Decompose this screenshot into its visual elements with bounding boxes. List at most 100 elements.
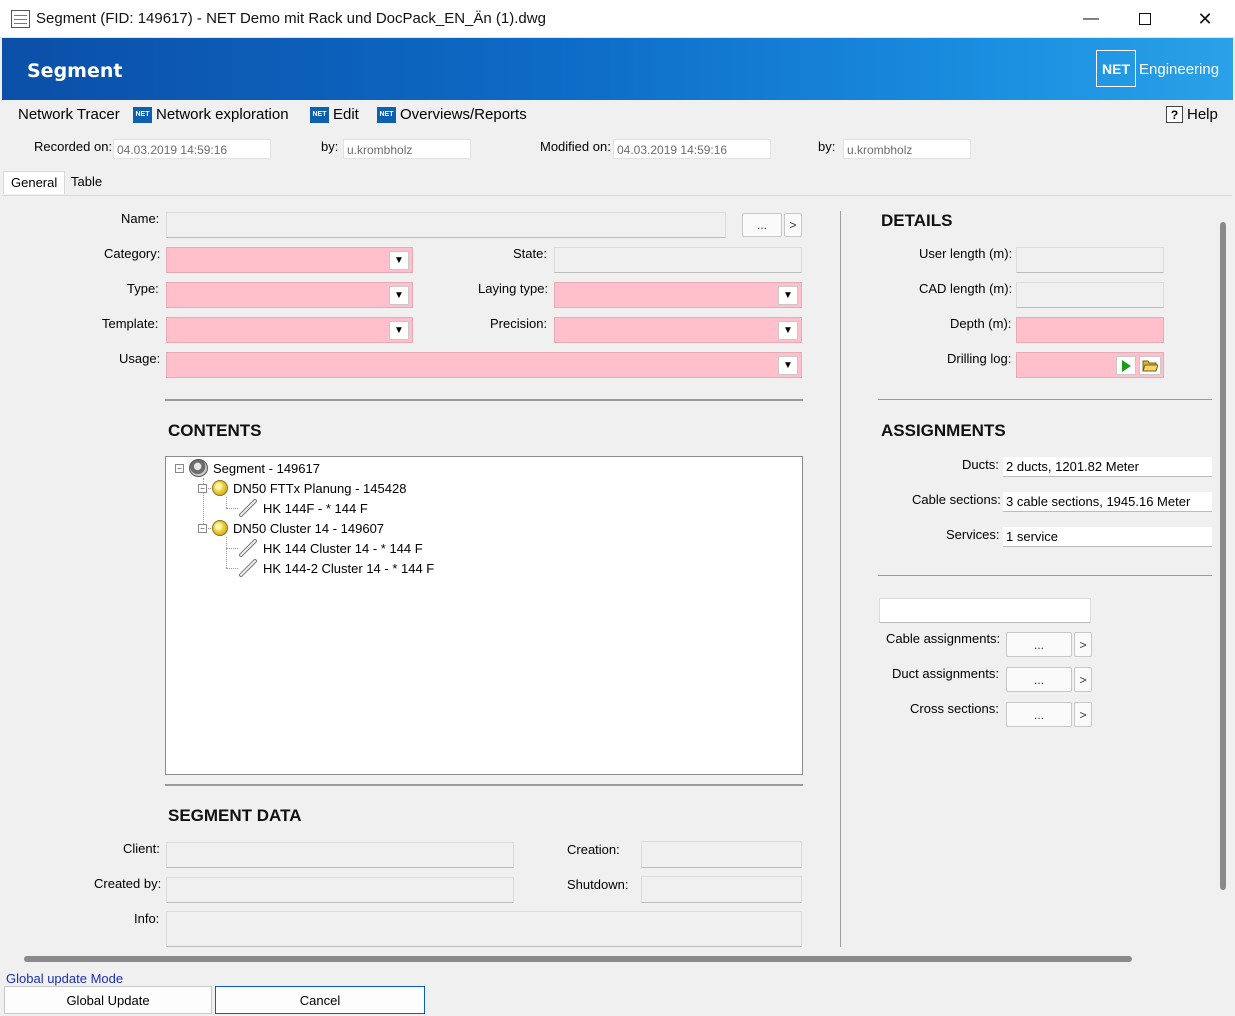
- state-field[interactable]: [554, 247, 802, 273]
- precision-dropdown[interactable]: ▼: [554, 317, 802, 343]
- net-icon: NET: [310, 106, 329, 123]
- tree-connector: [226, 568, 238, 569]
- duct-assignments-goto-button[interactable]: >: [1074, 667, 1092, 692]
- cad-length-field[interactable]: [1016, 282, 1164, 308]
- created-by-field[interactable]: [166, 877, 514, 903]
- segment-data-heading: SEGMENT DATA: [168, 806, 302, 825]
- tree-node-duct[interactable]: − DN50 FTTx Planung - 145428: [198, 478, 406, 498]
- help-button[interactable]: ? Help: [1166, 106, 1218, 123]
- modified-by-field: u.krombholz: [843, 139, 971, 159]
- horizontal-scrollbar[interactable]: [24, 956, 1132, 962]
- divider: [878, 575, 1212, 576]
- network-tracer-menu[interactable]: Network Tracer: [18, 106, 120, 123]
- user-length-label: User length (m):: [919, 246, 1013, 261]
- cable-icon: [239, 499, 257, 517]
- client-field[interactable]: [166, 842, 514, 868]
- edit-menu[interactable]: NET Edit: [310, 106, 359, 123]
- tree-node-label: Segment - 149617: [213, 460, 320, 476]
- global-update-mode-label: Global update Mode: [6, 971, 124, 986]
- recorded-by-label: by:: [321, 139, 339, 154]
- cable-assignments-goto-button[interactable]: >: [1074, 632, 1092, 657]
- recorded-field: 04.03.2019 14:59:16: [113, 139, 271, 159]
- overviews-menu[interactable]: NET Overviews/Reports: [377, 106, 527, 123]
- user-length-field[interactable]: [1016, 247, 1164, 273]
- category-label: Category:: [104, 246, 161, 261]
- tab-general[interactable]: General: [3, 171, 66, 194]
- cable-icon: [239, 539, 257, 557]
- duct-assignments-button[interactable]: ...: [1006, 667, 1072, 692]
- cable-icon: [239, 559, 257, 577]
- precision-label: Precision:: [490, 316, 548, 331]
- chevron-down-icon: ▼: [389, 251, 409, 270]
- tree-node-segment[interactable]: − Segment - 149617: [175, 458, 320, 478]
- tree-node-cable[interactable]: HK 144-2 Cluster 14 - * 144 F: [238, 558, 434, 578]
- tree-node-cable[interactable]: HK 144 Cluster 14 - * 144 F: [238, 538, 423, 558]
- tab-table[interactable]: Table: [64, 171, 109, 194]
- net-logo: NET: [1096, 50, 1136, 87]
- creation-label: Creation:: [567, 842, 620, 857]
- chevron-down-icon: ▼: [778, 356, 798, 375]
- cross-sections-button[interactable]: ...: [1006, 702, 1072, 727]
- details-heading: DETAILS: [881, 211, 953, 230]
- template-dropdown[interactable]: ▼: [166, 317, 413, 343]
- title-bar: Segment (FID: 149617) - NET Demo mit Rac…: [0, 0, 1235, 38]
- cad-length-label: CAD length (m):: [919, 281, 1013, 296]
- collapse-icon[interactable]: −: [198, 523, 207, 533]
- assignment-filter-field[interactable]: [879, 598, 1091, 623]
- contents-tree[interactable]: − Segment - 149617 − DN50 FTTx Planung -…: [165, 456, 803, 775]
- tree-node-cable[interactable]: HK 144F - * 144 F: [238, 498, 368, 518]
- tree-node-label: HK 144 Cluster 14 - * 144 F: [263, 540, 423, 556]
- folder-open-icon[interactable]: [1139, 356, 1161, 375]
- tree-node-label: DN50 FTTx Planung - 145428: [233, 480, 407, 496]
- chevron-down-icon: ▼: [389, 321, 409, 340]
- minimize-button[interactable]: —: [1064, 0, 1118, 38]
- name-goto-button[interactable]: >: [784, 213, 802, 237]
- name-label: Name:: [121, 211, 160, 226]
- divider: [165, 784, 803, 786]
- depth-field[interactable]: [1016, 317, 1164, 343]
- services-value: 1 service: [1003, 527, 1212, 547]
- creation-field[interactable]: [641, 841, 802, 868]
- modified-field: 04.03.2019 14:59:16: [613, 139, 771, 159]
- cable-assignments-button[interactable]: ...: [1006, 632, 1072, 657]
- depth-label: Depth (m):: [950, 316, 1012, 331]
- modified-label: Modified on:: [540, 139, 611, 154]
- name-browse-button[interactable]: ...: [742, 213, 782, 237]
- category-dropdown[interactable]: ▼: [166, 247, 413, 273]
- vertical-scrollbar[interactable]: [1220, 222, 1226, 890]
- collapse-icon[interactable]: −: [198, 483, 207, 493]
- duct-icon: [212, 520, 228, 536]
- tree-connector: [226, 548, 238, 549]
- duct-assignments-label: Duct assignments:: [892, 666, 999, 681]
- laying-type-dropdown[interactable]: ▼: [554, 282, 802, 308]
- info-field[interactable]: [166, 911, 802, 947]
- divider: [165, 399, 803, 401]
- laying-type-label: Laying type:: [478, 281, 549, 296]
- recorded-label: Recorded on:: [34, 139, 113, 154]
- net-icon: NET: [377, 106, 396, 123]
- cable-sections-label: Cable sections:: [912, 492, 1001, 507]
- maximize-button[interactable]: [1118, 0, 1172, 38]
- chevron-down-icon: ▼: [389, 286, 409, 305]
- shutdown-field[interactable]: [641, 876, 802, 903]
- network-exploration-label: Network exploration: [156, 106, 289, 123]
- usage-label: Usage:: [119, 351, 161, 366]
- shutdown-label: Shutdown:: [567, 877, 629, 892]
- contents-heading: CONTENTS: [168, 421, 262, 440]
- usage-dropdown[interactable]: ▼: [166, 352, 802, 378]
- tree-node-duct[interactable]: − DN50 Cluster 14 - 149607: [198, 518, 384, 538]
- cable-sections-value: 3 cable sections, 1945.16 Meter: [1003, 492, 1212, 512]
- name-field[interactable]: [166, 212, 726, 238]
- drilling-log-field[interactable]: [1016, 352, 1164, 378]
- cancel-button[interactable]: Cancel: [215, 986, 425, 1014]
- column-separator: [840, 211, 841, 947]
- network-exploration-menu[interactable]: NET Network exploration: [133, 106, 289, 123]
- play-icon[interactable]: [1116, 356, 1136, 375]
- collapse-icon[interactable]: −: [175, 463, 184, 473]
- global-update-button[interactable]: Global Update: [4, 986, 212, 1014]
- cross-sections-label: Cross sections:: [910, 701, 999, 716]
- template-label: Template:: [102, 316, 159, 331]
- close-button[interactable]: ✕: [1178, 0, 1232, 38]
- type-dropdown[interactable]: ▼: [166, 282, 413, 308]
- cross-sections-goto-button[interactable]: >: [1074, 702, 1092, 727]
